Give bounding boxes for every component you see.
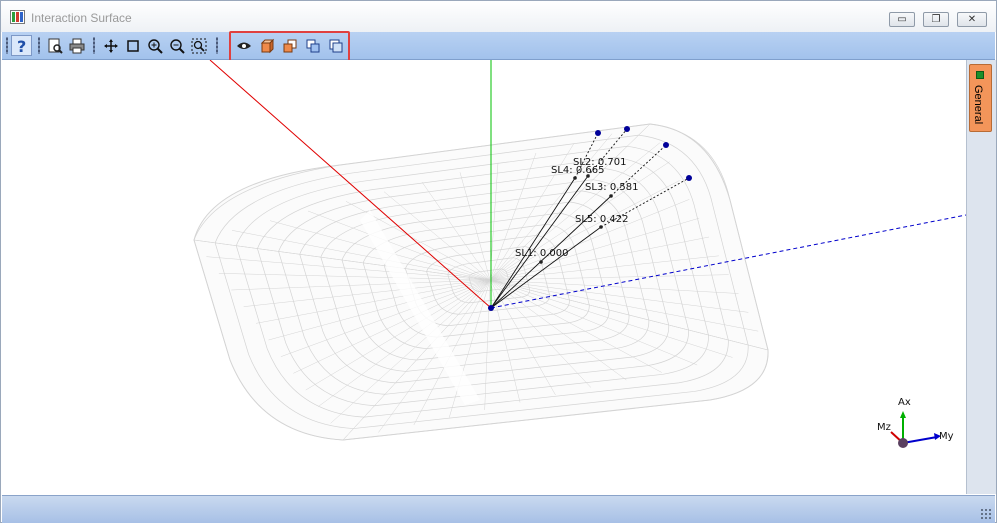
select-box-icon	[126, 39, 139, 52]
capacity-point[interactable]	[595, 130, 601, 136]
print-button[interactable]	[66, 35, 87, 56]
print-preview-icon	[48, 38, 63, 54]
title-bar: Interaction Surface ▭ ❐ ✕	[1, 1, 996, 32]
zoom-out-button[interactable]	[166, 35, 187, 56]
load-label-sl1: SL1: 0.000	[515, 248, 568, 259]
close-icon: ✕	[967, 13, 977, 25]
print-preview-button[interactable]	[44, 35, 65, 56]
restore-button[interactable]: ❐	[923, 12, 949, 27]
minimize-icon: ▭	[897, 13, 907, 25]
mz-label: Mz	[877, 422, 891, 433]
load-label-sl5: SL5: 0.422	[575, 214, 628, 225]
load-label-sl3: SL3: 0.581	[585, 182, 638, 193]
load-label-sl4: SL4: 0.665	[551, 165, 604, 176]
pan-icon	[103, 38, 118, 53]
load-point[interactable]	[609, 194, 613, 198]
svg-text:?: ?	[17, 38, 26, 54]
capacity-point[interactable]	[663, 142, 669, 148]
general-tab-label: General	[972, 85, 984, 125]
zoom-in-icon	[147, 38, 163, 54]
capacity-point[interactable]	[686, 175, 692, 181]
zoom-out-icon	[169, 38, 185, 54]
interaction-surface-mesh	[193, 123, 769, 441]
triad-origin	[898, 438, 908, 448]
general-tab[interactable]: General	[969, 64, 992, 132]
toolbar: ?	[2, 32, 995, 60]
close-button[interactable]: ✕	[957, 12, 987, 27]
toolbar-grip[interactable]	[216, 37, 218, 54]
my-arrow	[902, 436, 938, 444]
minimize-button[interactable]: ▭	[889, 12, 915, 27]
my-label: My	[939, 431, 954, 442]
app-icon	[10, 10, 25, 24]
ax-arrowhead	[900, 411, 906, 418]
resize-grip[interactable]	[980, 508, 992, 520]
load-point[interactable]	[539, 260, 543, 264]
capacity-point[interactable]	[624, 126, 630, 132]
toolbar-grip[interactable]	[6, 37, 8, 54]
print-icon	[69, 38, 84, 53]
load-point[interactable]	[599, 225, 603, 229]
pan-button[interactable]	[100, 35, 121, 56]
axis-triad: Ax Mz My	[877, 397, 954, 448]
help-icon: ?	[17, 38, 26, 54]
select-box-button[interactable]	[122, 35, 143, 56]
status-bar	[2, 495, 995, 523]
interaction-surface-plot[interactable]: SL1: 0.000SL2: 0.701SL3: 0.581SL4: 0.665…	[10, 59, 967, 494]
toolbar-grip[interactable]	[93, 37, 95, 54]
plot-canvas[interactable]: SL1: 0.000 SL2: 0.701 SL3: 0.581 SL4: 0.665…	[10, 59, 967, 494]
render-mode-highlight	[229, 31, 350, 62]
origin-point	[488, 305, 494, 311]
zoom-in-button[interactable]	[144, 35, 165, 56]
zoom-extents-button[interactable]	[188, 35, 209, 56]
interaction-surface-window: Interaction Surface ▭ ❐ ✕ ? SL1: 0.000 S…	[0, 0, 997, 523]
ax-label: Ax	[898, 397, 911, 408]
zoom-extents-icon	[191, 38, 206, 53]
side-panel: General	[966, 60, 996, 494]
restore-icon: ❐	[931, 13, 941, 25]
load-point[interactable]	[573, 176, 577, 180]
help-button[interactable]: ?	[11, 35, 32, 56]
window-title: Interaction Surface	[31, 11, 132, 25]
toolbar-grip[interactable]	[38, 37, 40, 54]
general-tab-icon	[976, 71, 984, 79]
